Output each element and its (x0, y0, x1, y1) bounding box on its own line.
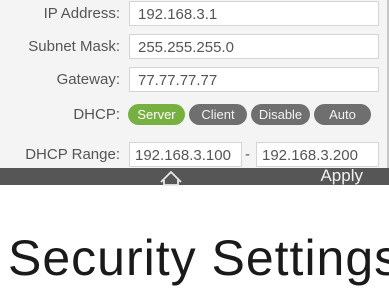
gateway-row: Gateway: 77.77.77.77 (0, 67, 389, 92)
dhcp-range-label: DHCP Range: (25, 146, 120, 163)
gateway-field[interactable]: 77.77.77.77 (129, 67, 379, 92)
section-title: Security Settings (8, 230, 389, 286)
subnet-mask-field[interactable]: 255.255.255.0 (129, 34, 379, 59)
ip-address-field[interactable]: 192.168.3.1 (129, 1, 379, 26)
apply-button[interactable]: Apply (320, 166, 363, 186)
dhcp-range-end-field[interactable]: 192.168.3.200 (256, 142, 379, 167)
range-separator: - (245, 146, 250, 163)
ip-address-label: IP Address: (43, 5, 120, 22)
dhcp-disable-button[interactable]: Disable (251, 104, 310, 125)
subnet-mask-row: Subnet Mask: 255.255.255.0 (0, 34, 389, 59)
subnet-mask-label: Subnet Mask: (28, 38, 120, 55)
dhcp-range-row: DHCP Range: 192.168.3.100 - 192.168.3.20… (0, 142, 389, 167)
dhcp-mode-row: DHCP: Server Client Disable Auto (0, 102, 389, 127)
dhcp-server-button[interactable]: Server (128, 104, 185, 125)
dhcp-range-start-field[interactable]: 192.168.3.100 (129, 142, 242, 167)
gateway-label: Gateway: (56, 71, 120, 88)
home-icon[interactable] (158, 170, 184, 194)
toolbar-strip: Apply (0, 166, 389, 186)
network-settings-panel: IP Address: 192.168.3.1 Subnet Mask: 255… (0, 0, 389, 185)
dhcp-client-button[interactable]: Client (189, 104, 247, 125)
ip-address-row: IP Address: 192.168.3.1 (0, 1, 389, 26)
dhcp-auto-button[interactable]: Auto (314, 104, 371, 125)
dhcp-label: DHCP: (73, 106, 120, 123)
